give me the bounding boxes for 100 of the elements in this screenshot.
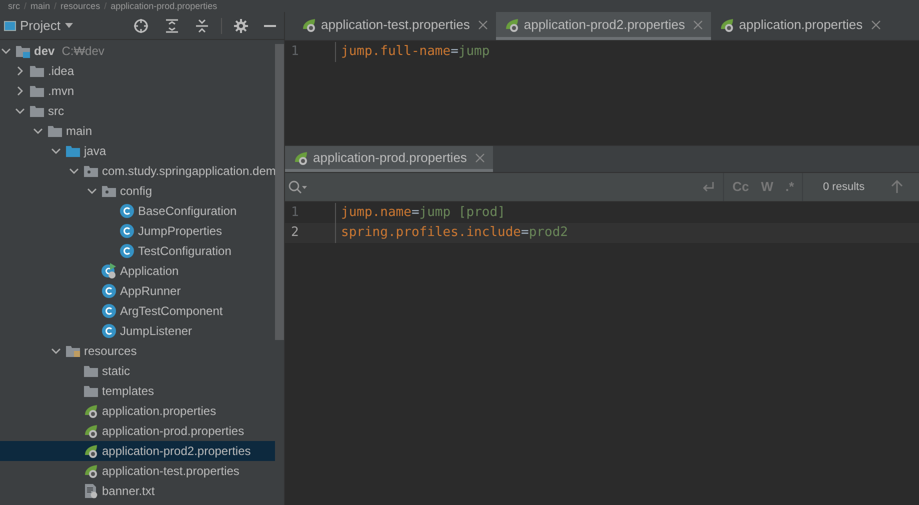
editor-tab[interactable]: application.properties xyxy=(711,12,889,40)
tree-item-label: AppRunner xyxy=(120,283,181,300)
tree-row[interactable]: .idea xyxy=(0,61,275,81)
tree-row[interactable]: application-prod.properties xyxy=(0,421,275,441)
class-run-icon xyxy=(101,263,117,279)
tree-row[interactable]: banner.txt xyxy=(0,481,275,501)
tree-item-label: application-test.properties xyxy=(102,463,240,480)
tree-item-label: .idea xyxy=(48,63,74,80)
breadcrumb-separator: / xyxy=(104,2,107,10)
spring-leaf-icon xyxy=(83,403,99,419)
tree-item-label: TestConfiguration xyxy=(138,243,232,260)
breadcrumb-separator: / xyxy=(54,2,57,10)
tree-row[interactable]: AppRunner xyxy=(0,281,275,301)
tree-item-label: resources xyxy=(84,343,137,360)
tree-row[interactable]: templates xyxy=(0,381,275,401)
scrollbar[interactable] xyxy=(275,44,284,340)
tree-row[interactable]: .mvn xyxy=(0,81,275,101)
tree-row[interactable]: src xyxy=(0,101,275,121)
tree-row[interactable]: application.properties xyxy=(0,401,275,421)
breadcrumb-item[interactable]: resources xyxy=(60,2,100,10)
package-folder-icon xyxy=(83,163,99,179)
editor-tab[interactable]: application-test.properties xyxy=(293,12,496,40)
tree-row[interactable]: BaseConfiguration xyxy=(0,201,275,221)
tree-row[interactable]: com.study.springapplication.dem xyxy=(0,161,275,181)
source-folder-icon xyxy=(65,143,81,159)
close-icon[interactable] xyxy=(478,20,488,30)
tree-row[interactable]: main xyxy=(0,121,275,141)
spring-leaf-icon xyxy=(293,150,309,166)
tree-item-label: config xyxy=(120,183,152,200)
module-folder-icon xyxy=(15,43,31,59)
settings-icon[interactable] xyxy=(234,18,248,32)
locate-icon[interactable] xyxy=(133,18,149,34)
tree-item-label: banner.txt xyxy=(102,483,155,500)
search-icon xyxy=(288,180,308,194)
expand-all-icon[interactable] xyxy=(165,18,179,32)
folder-icon xyxy=(47,123,63,139)
panel-title[interactable]: Project xyxy=(20,16,60,36)
tree-row[interactable]: java xyxy=(0,141,275,161)
close-icon[interactable] xyxy=(870,20,881,30)
tree-row[interactable]: config xyxy=(0,181,275,201)
tree-row[interactable]: resources xyxy=(0,341,275,361)
editor-tab[interactable]: application-prod.properties xyxy=(285,146,493,172)
tree-item-label: application-prod.properties xyxy=(102,423,244,440)
tree-item-label: main xyxy=(66,123,92,140)
class-icon xyxy=(101,323,117,339)
spring-leaf-icon xyxy=(301,16,317,32)
tree-item-label: .mvn xyxy=(48,83,74,100)
tree-item-label: static xyxy=(102,363,130,380)
breadcrumb-item[interactable]: main xyxy=(30,2,50,10)
editor-tab[interactable]: application-prod2.properties xyxy=(496,12,712,40)
tree-item-label: application-prod2.properties xyxy=(102,443,251,460)
tree-row[interactable]: dev C:₩dev xyxy=(0,41,275,61)
tree-item-label: src xyxy=(48,103,64,120)
tree-item-label: ArgTestComponent xyxy=(120,303,223,320)
spring-leaf-icon xyxy=(83,463,99,479)
code-line: spring.profiles.include=prod2 xyxy=(335,223,568,243)
breadcrumb-item[interactable]: application-prod.properties xyxy=(110,2,218,10)
tree-item-label: com.study.springapplication.dem xyxy=(102,163,275,180)
spring-leaf-icon xyxy=(504,16,520,32)
code-line: jump.full-name=jump xyxy=(335,42,490,62)
tree-row[interactable]: application-test.properties xyxy=(0,461,275,481)
tree-item-label: application.properties xyxy=(102,403,216,420)
tree-row[interactable]: static xyxy=(0,361,275,381)
tree-row[interactable]: JumpProperties xyxy=(0,221,275,241)
tree-row[interactable]: TestConfiguration xyxy=(0,241,275,261)
tree-item-label: dev xyxy=(34,43,55,60)
class-icon xyxy=(119,223,135,239)
text-file-icon xyxy=(83,483,99,499)
folder-icon xyxy=(83,383,99,399)
tree-row[interactable]: JumpListener xyxy=(0,321,275,341)
line-number: 1 xyxy=(290,204,300,222)
dropdown-icon[interactable] xyxy=(64,22,74,28)
folder-icon xyxy=(29,103,45,119)
search-results: 0 results xyxy=(823,180,866,195)
collapse-all-icon[interactable] xyxy=(195,18,209,32)
resources-folder-icon xyxy=(65,343,81,359)
breadcrumb-item[interactable]: src xyxy=(8,2,20,10)
tree-row[interactable]: Application xyxy=(0,261,275,281)
tree-item-label: java xyxy=(84,143,106,160)
class-icon xyxy=(101,303,117,319)
spring-leaf-icon xyxy=(719,16,736,32)
class-icon xyxy=(119,243,135,259)
tree-item-label: JumpProperties xyxy=(138,223,222,240)
tree-item-label: Application xyxy=(120,263,179,280)
project-panel-icon xyxy=(4,20,16,32)
line-number: 1 xyxy=(290,43,300,62)
folder-icon xyxy=(29,63,45,79)
spring-leaf-icon xyxy=(83,443,99,459)
folder-icon xyxy=(29,83,45,99)
tree-item-label: templates xyxy=(102,383,154,400)
folder-icon xyxy=(83,363,99,379)
tree-row[interactable]: ArgTestComponent xyxy=(0,301,275,321)
class-icon xyxy=(101,283,117,299)
tree-row[interactable]: application-prod2.properties xyxy=(0,441,275,461)
class-icon xyxy=(119,203,135,219)
tree-item-label: BaseConfiguration xyxy=(138,203,237,220)
breadcrumb-separator: / xyxy=(24,2,27,10)
spring-leaf-icon xyxy=(83,423,99,439)
package-folder-icon xyxy=(101,183,117,199)
tree-item-label: JumpListener xyxy=(120,323,192,340)
